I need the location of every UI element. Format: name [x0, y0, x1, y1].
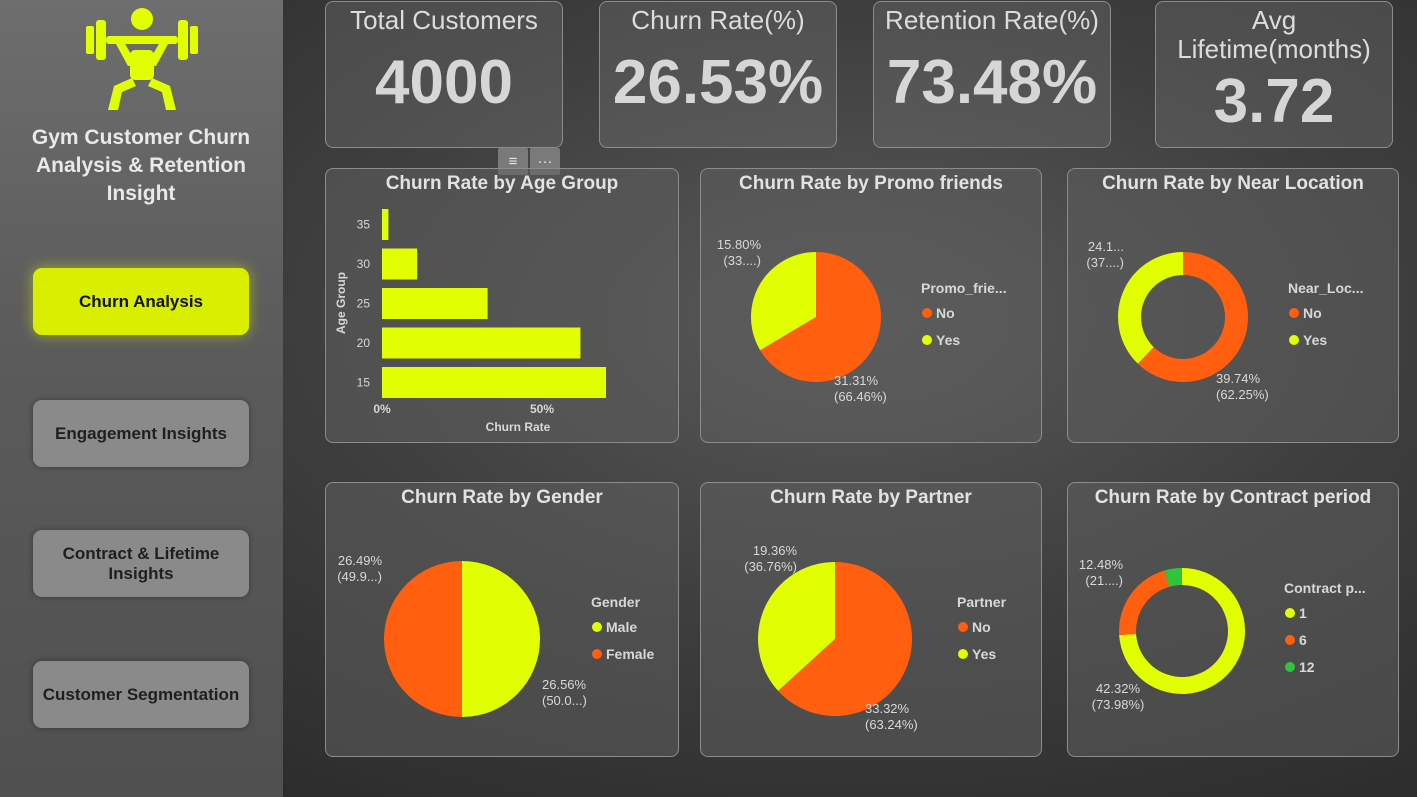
- legend-title: Promo_frie...: [921, 280, 1007, 296]
- legend-item: Yes: [936, 332, 960, 348]
- data-label: (21....): [1085, 573, 1123, 588]
- kpi-label: Retention Rate(%): [885, 5, 1099, 35]
- legend-item: No: [936, 305, 955, 321]
- legend-marker: [592, 649, 602, 659]
- data-label: (73.98%): [1092, 697, 1145, 712]
- kpi-value: 4000: [375, 48, 513, 117]
- bar: [382, 327, 581, 359]
- data-label: (33....): [723, 253, 761, 268]
- chart-card-partner: Churn Rate by Partner 33.32% (63.24%) 19.3…: [700, 482, 1042, 757]
- legend-item: Yes: [1303, 332, 1327, 348]
- legend-title: Gender: [591, 594, 641, 610]
- kpi-value: 26.53%: [612, 48, 824, 117]
- nav-engagement-insights-button[interactable]: Engagement Insights: [33, 400, 249, 467]
- legend-marker: [1285, 635, 1295, 645]
- legend-marker: [1285, 662, 1295, 672]
- legend-item: 6: [1299, 632, 1307, 648]
- kpi-avg-lifetime: Avg Lifetime(months) 3.72: [1155, 1, 1393, 148]
- data-label: (36.76%): [744, 559, 797, 574]
- x-axis-label: Churn Rate: [486, 420, 551, 434]
- data-label: (37....): [1086, 255, 1124, 270]
- partner-pie-chart: 33.32%(63.24%) 19.36%(36.76%) Partner No Yes: [744, 543, 1007, 732]
- legend-marker: [1289, 308, 1299, 318]
- contract-period-donut-chart: 42.32%(73.98%) 12.48%(21....) Contract p..…: [1079, 557, 1366, 712]
- data-label: 42.32%: [1096, 681, 1141, 696]
- bar: [382, 288, 488, 319]
- legend-item: 12: [1299, 659, 1315, 675]
- legend-item: Male: [606, 619, 637, 635]
- legend-item: No: [1303, 305, 1322, 321]
- data-label: 26.56%: [542, 677, 587, 692]
- age-group-bar-chart: 35 30 25 20 150% 50% Churn Rate Age Group: [334, 209, 606, 434]
- legend-item: 1: [1299, 605, 1307, 621]
- legend-title: Contract p...: [1284, 580, 1366, 596]
- chart-card-age-group: Churn Rate by Age Group 35 30 25 20 15 0% 50% C…: [325, 168, 679, 443]
- y-tick-label: 35: [357, 218, 371, 232]
- data-label: (50.0...): [542, 693, 587, 708]
- legend-marker: [958, 622, 968, 632]
- gender-pie-chart: 26.56%(50.0...) 26.49%(49.9...) Gender Male…: [337, 553, 654, 717]
- legend-item: No: [972, 619, 991, 635]
- data-label: 24.1...: [1088, 239, 1124, 254]
- legend-marker: [1289, 335, 1299, 345]
- kpi-label: Churn Rate(%): [631, 5, 805, 35]
- legend-item: Yes: [972, 646, 996, 662]
- data-label: 31.31%: [834, 373, 879, 388]
- data-label: 12.48%: [1079, 557, 1124, 572]
- kpi-retention-rate: Retention Rate(%) 73.48%: [873, 1, 1111, 148]
- x-tick-label: 0%: [373, 402, 391, 416]
- data-label: 39.74%: [1216, 371, 1261, 386]
- pie-slice: [1118, 252, 1183, 364]
- y-tick-label: 20: [357, 336, 371, 350]
- sidebar: Gym Customer Churn Analysis & Retention …: [0, 0, 283, 797]
- weightlifter-logo-icon: [86, 8, 198, 110]
- legend-item: Female: [606, 646, 654, 662]
- y-tick-label: 15: [357, 376, 371, 390]
- chart-card-promo-friends: Churn Rate by Promo friends 31.31% (66.46…: [700, 168, 1042, 443]
- pie-slice: [384, 561, 462, 717]
- data-label: (62.25%): [1216, 387, 1269, 402]
- kpi-value: 73.48%: [886, 48, 1098, 117]
- bar: [382, 209, 389, 240]
- kpi-churn-rate: Churn Rate(%) 26.53%: [599, 1, 837, 148]
- legend-title: Partner: [957, 594, 1007, 610]
- data-label: (49.9...): [337, 569, 382, 584]
- data-label: (66.46%): [834, 389, 887, 404]
- nav-churn-analysis-button[interactable]: Churn Analysis: [33, 268, 249, 335]
- x-tick-label: 50%: [530, 402, 554, 416]
- y-tick-label: 25: [357, 297, 371, 311]
- legend-marker: [922, 308, 932, 318]
- data-label: 15.80%: [717, 237, 762, 252]
- bar: [382, 367, 606, 398]
- bar: [382, 248, 418, 280]
- y-axis-label: Age Group: [334, 272, 348, 334]
- chart-card-gender: Churn Rate by Gender 26.56% (50.0...) 26.4…: [325, 482, 679, 757]
- pie-slice: [462, 561, 540, 717]
- chart-card-contract-period: Churn Rate by Contract period 42.32% (73.…: [1067, 482, 1399, 757]
- legend-marker: [922, 335, 932, 345]
- promo-friends-pie-chart: 31.31%(66.46%) 15.80%(33....) Promo_frie..…: [717, 237, 1007, 404]
- pie-slice: [1119, 570, 1170, 636]
- y-tick-label: 30: [357, 257, 371, 271]
- data-label: 26.49%: [338, 553, 383, 568]
- kpi-value: 3.72: [1213, 67, 1335, 136]
- nav-contract-lifetime-button[interactable]: Contract & Lifetime Insights: [33, 530, 249, 597]
- kpi-total-customers: Total Customers 4000: [325, 1, 563, 148]
- kpi-label: Avg Lifetime(months): [1177, 5, 1371, 64]
- legend-marker: [592, 622, 602, 632]
- data-label: 19.36%: [753, 543, 798, 558]
- legend-marker: [1285, 608, 1295, 618]
- nav-customer-segmentation-button[interactable]: Customer Segmentation: [33, 661, 249, 728]
- kpi-label: Total Customers: [350, 5, 538, 35]
- chart-card-near-location: Churn Rate by Near Location 39.74% (62.25…: [1067, 168, 1399, 443]
- near-location-donut-chart: 39.74%(62.25%) 24.1...(37....) Near_Loc...…: [1086, 239, 1363, 402]
- data-label: (63.24%): [865, 717, 918, 732]
- data-label: 33.32%: [865, 701, 910, 716]
- legend-title: Near_Loc...: [1288, 280, 1363, 296]
- dashboard-title: Gym Customer Churn Analysis & Retention …: [31, 126, 251, 205]
- legend-marker: [958, 649, 968, 659]
